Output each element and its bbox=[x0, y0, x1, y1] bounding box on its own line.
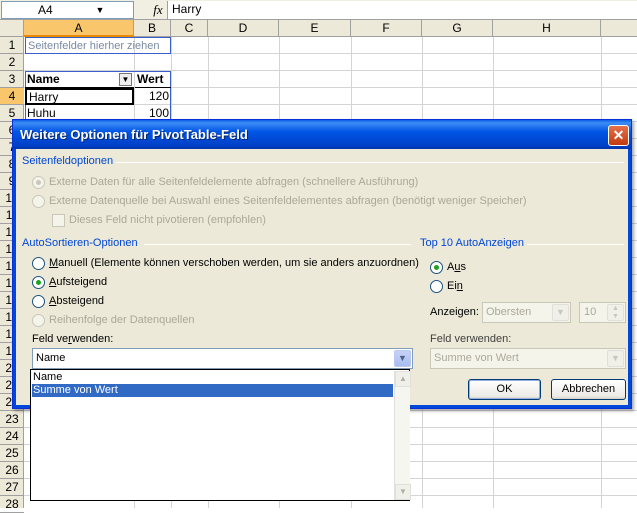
top-count-value: 10 bbox=[584, 306, 597, 318]
name-box-dropdown-icon[interactable]: ▼ bbox=[91, 2, 109, 18]
page-option-query-selected-label: Externe Datenquelle bei Auswahl eines Se… bbox=[49, 195, 527, 207]
scroll-up-icon[interactable]: ▲ bbox=[395, 371, 411, 387]
sort-datasource-radio[interactable] bbox=[32, 314, 45, 327]
row-header[interactable]: 4 bbox=[0, 88, 24, 105]
row-header[interactable]: 1 bbox=[0, 37, 24, 54]
sort-field-value: Name bbox=[36, 352, 66, 364]
row-header[interactable]: 26 bbox=[0, 462, 24, 479]
name-box[interactable]: A4 bbox=[1, 1, 134, 19]
sort-ascending-radio[interactable] bbox=[32, 276, 45, 289]
pivot-field-wert[interactable]: Wert bbox=[135, 71, 171, 88]
sort-field-label: Feld verwenden: bbox=[32, 333, 114, 345]
sort-manual-label: Manuell (Elemente können verschoben werd… bbox=[49, 257, 419, 269]
page-option-query-all-label: Externe Daten für alle Seitenfeldelement… bbox=[49, 176, 419, 188]
top10-on-radio[interactable] bbox=[430, 280, 443, 293]
group-divider bbox=[527, 244, 624, 245]
show-label: Anzeigen: bbox=[430, 306, 479, 318]
page-options-group-title: Seitenfeldoptionen bbox=[22, 155, 114, 167]
autosort-group-title: AutoSortieren-Optionen bbox=[22, 237, 138, 249]
row-header[interactable]: 24 bbox=[0, 428, 24, 445]
dropdown-option-name[interactable]: Name bbox=[32, 371, 393, 384]
scroll-down-icon[interactable]: ▼ bbox=[395, 484, 411, 500]
top10-field-value: Summe von Wert bbox=[434, 352, 519, 364]
sort-descending-label: Absteigend bbox=[49, 295, 105, 307]
sort-datasource-label: Reihenfolge der Datenquellen bbox=[49, 314, 195, 326]
row-header[interactable]: 2 bbox=[0, 54, 24, 71]
dialog-titlebar[interactable]: Weitere Optionen für PivotTable-Feld ✕ bbox=[13, 120, 631, 149]
column-header-f[interactable]: F bbox=[351, 20, 422, 37]
sort-descending-radio[interactable] bbox=[32, 295, 45, 308]
chevron-down-icon[interactable]: ▼ bbox=[394, 350, 411, 367]
no-pivot-checkbox[interactable] bbox=[52, 214, 65, 227]
page-option-query-selected-radio[interactable] bbox=[32, 195, 45, 208]
function-icon[interactable]: fx bbox=[148, 2, 168, 18]
ok-button[interactable]: OK bbox=[468, 379, 541, 400]
column-headers: A B C D E F G H bbox=[0, 20, 637, 37]
top10-field-label: Feld verwenden: bbox=[430, 333, 512, 345]
cell-b4[interactable]: 120 bbox=[135, 88, 171, 105]
select-all-corner[interactable] bbox=[0, 20, 24, 37]
column-header-g[interactable]: G bbox=[422, 20, 493, 37]
spinner-arrows-icon[interactable]: ▲ ▼ bbox=[607, 304, 624, 321]
column-header-c[interactable]: C bbox=[171, 20, 208, 37]
top10-on-label: Ein bbox=[447, 280, 463, 292]
column-header-h[interactable]: H bbox=[493, 20, 601, 37]
dropdown-option-summe-von-wert[interactable]: Summe von Wert bbox=[32, 384, 393, 397]
sort-manual-radio[interactable] bbox=[32, 257, 45, 270]
row-header[interactable]: 28 bbox=[0, 496, 24, 513]
group-divider bbox=[116, 162, 624, 163]
top10-off-radio[interactable] bbox=[430, 261, 443, 274]
top10-group-title: Top 10 AutoAnzeigen bbox=[420, 237, 524, 249]
row-header[interactable]: 3 bbox=[0, 71, 24, 88]
column-header-b[interactable]: B bbox=[134, 20, 171, 37]
cancel-button[interactable]: Abbrechen bbox=[551, 379, 626, 400]
no-pivot-label: Dieses Feld nicht pivotieren (empfohlen) bbox=[69, 214, 266, 226]
close-icon[interactable]: ✕ bbox=[608, 125, 629, 146]
row-header[interactable]: 23 bbox=[0, 411, 24, 428]
group-divider bbox=[144, 244, 411, 245]
top10-off-label: Aus bbox=[447, 261, 466, 273]
row-header[interactable]: 25 bbox=[0, 445, 24, 462]
chevron-down-icon[interactable]: ▼ bbox=[552, 304, 569, 321]
show-mode-value: Obersten bbox=[486, 306, 532, 318]
pivot-field-options-dialog: Weitere Optionen für PivotTable-Feld ✕ S… bbox=[12, 119, 632, 409]
column-header-d[interactable]: D bbox=[208, 20, 279, 37]
pivot-field-name[interactable]: Name ▼ bbox=[25, 71, 134, 88]
field-dropdown-icon[interactable]: ▼ bbox=[119, 73, 132, 86]
chevron-down-icon[interactable]: ▼ bbox=[607, 350, 624, 367]
sort-ascending-label: Aufsteigend bbox=[49, 276, 108, 288]
row-header[interactable]: 27 bbox=[0, 479, 24, 496]
sort-field-combobox[interactable]: Name ▼ bbox=[32, 348, 413, 369]
pivot-page-field-drop-zone[interactable]: Seitenfelder hierher ziehen bbox=[25, 37, 171, 54]
name-box-value: A4 bbox=[38, 3, 53, 17]
column-header-a[interactable]: A bbox=[24, 20, 134, 37]
dropdown-scrollbar[interactable]: ▲ ▼ bbox=[394, 371, 411, 500]
top-count-spinner[interactable]: 10 ▲ ▼ bbox=[579, 302, 626, 323]
pivot-field-name-label: Name bbox=[27, 72, 60, 86]
top10-field-combobox[interactable]: Summe von Wert ▼ bbox=[430, 348, 626, 369]
sort-field-dropdown-list: Name Summe von Wert ▲ ▼ bbox=[30, 369, 411, 501]
show-mode-combobox[interactable]: Obersten ▼ bbox=[482, 302, 571, 323]
formula-bar: A4 ▼ fx Harry bbox=[0, 0, 637, 20]
dialog-title: Weitere Optionen für PivotTable-Feld bbox=[20, 127, 248, 142]
formula-input[interactable]: Harry bbox=[167, 1, 637, 19]
active-cell-a4[interactable]: Harry bbox=[25, 88, 134, 105]
column-header-e[interactable]: E bbox=[279, 20, 351, 37]
page-option-query-all-radio[interactable] bbox=[32, 176, 45, 189]
